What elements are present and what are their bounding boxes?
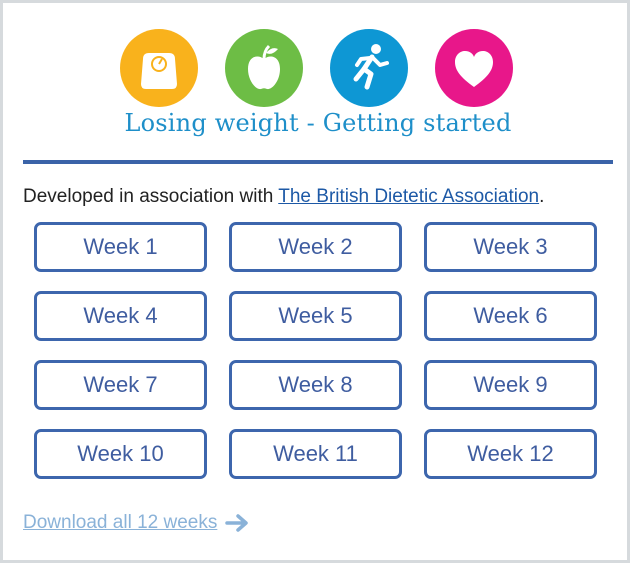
heart-icon [435, 29, 513, 107]
arrow-right-icon [225, 514, 249, 532]
bda-link[interactable]: The British Dietetic Association [278, 186, 539, 207]
running-person-icon [330, 29, 408, 107]
week-2-button[interactable]: Week 2 [229, 222, 402, 272]
week-9-button[interactable]: Week 9 [424, 360, 597, 410]
week-3-button[interactable]: Week 3 [424, 222, 597, 272]
apple-icon [225, 29, 303, 107]
page-title: Losing weight - Getting started [124, 109, 512, 137]
week-11-button[interactable]: Week 11 [229, 429, 402, 479]
intro-suffix: . [539, 186, 545, 207]
week-8-button[interactable]: Week 8 [229, 360, 402, 410]
week-6-button[interactable]: Week 6 [424, 291, 597, 341]
week-5-button[interactable]: Week 5 [229, 291, 402, 341]
week-10-button[interactable]: Week 10 [34, 429, 207, 479]
week-1-button[interactable]: Week 1 [34, 222, 207, 272]
intro-prefix: Developed in association with [23, 186, 279, 207]
week-4-button[interactable]: Week 4 [34, 291, 207, 341]
week-7-button[interactable]: Week 7 [34, 360, 207, 410]
icon-row [3, 29, 627, 109]
download-all-link[interactable]: Download all 12 weeks [23, 512, 251, 534]
download-all-label: Download all 12 weeks [23, 512, 218, 533]
scale-icon [120, 29, 198, 107]
week-12-button[interactable]: Week 12 [424, 429, 597, 479]
intro-text: Developed in association with The Britis… [23, 186, 544, 208]
widget-frame: Losing weight - Getting started Develope… [0, 0, 630, 563]
divider [23, 160, 613, 164]
